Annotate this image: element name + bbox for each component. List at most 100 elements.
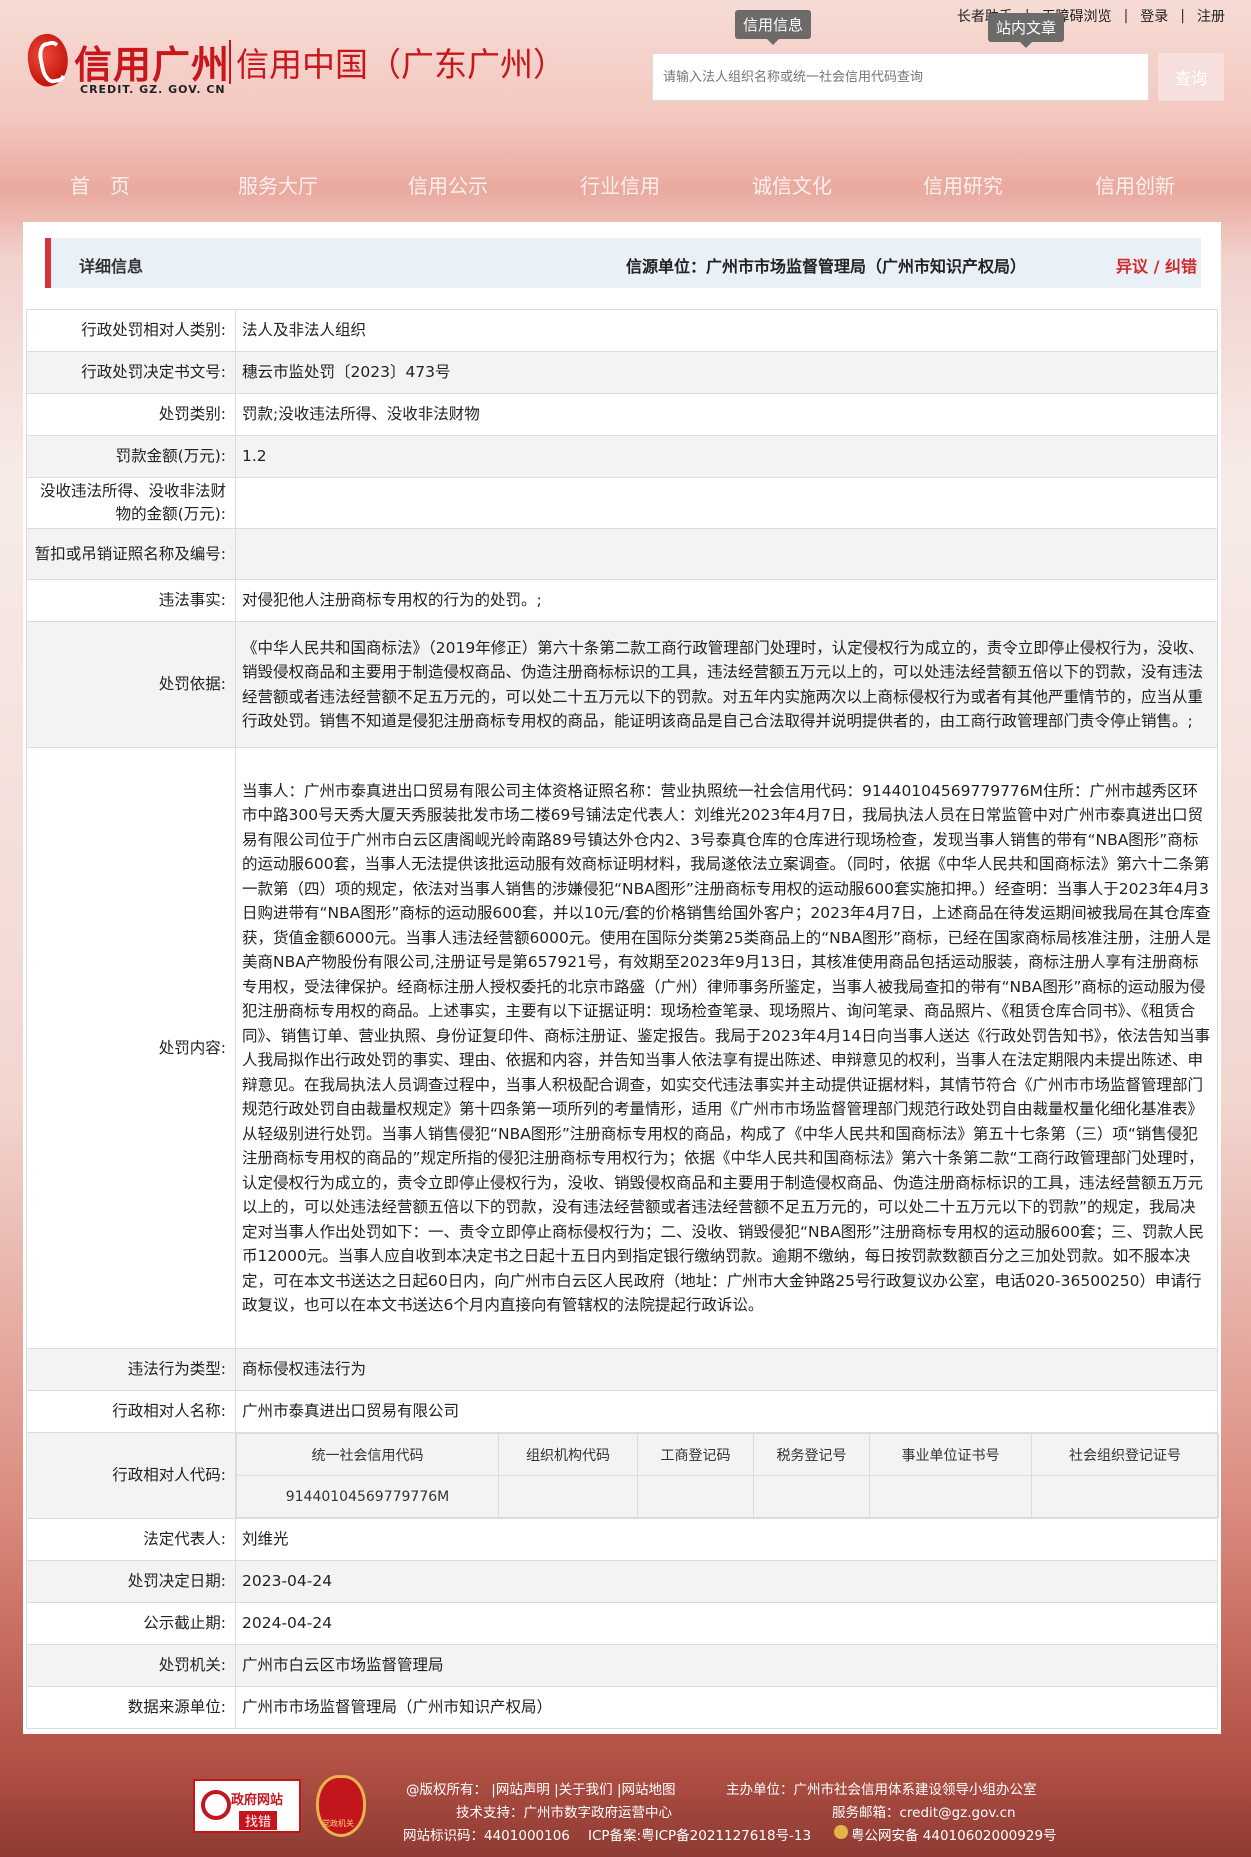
site-article-search-tab[interactable]: 站内文章 bbox=[988, 13, 1065, 48]
badge-action: 找错 bbox=[239, 1811, 278, 1830]
nav-integrity-culture[interactable]: 诚信文化 bbox=[752, 170, 832, 199]
code-value: 91440104569779776M bbox=[236, 1475, 499, 1518]
code-header-row: 统一社会信用代码 组织机构代码 工商登记码 税务登记号 事业单位证书号 社会组织… bbox=[236, 1433, 1219, 1476]
field-label: 违法行为类型: bbox=[26, 1348, 236, 1391]
link-separator: | bbox=[1180, 8, 1185, 24]
register-link[interactable]: 注册 bbox=[1197, 6, 1225, 26]
field-label: 处罚类别: bbox=[26, 393, 236, 436]
nav-industry-credit[interactable]: 行业信用 bbox=[580, 170, 660, 199]
credit-logo-icon bbox=[23, 30, 73, 90]
code-header: 事业单位证书号 bbox=[869, 1433, 1032, 1476]
field-label: 处罚机关: bbox=[26, 1644, 236, 1687]
detail-panel: 详细信息 信源单位：广州市市场监督管理局（广州市知识产权局） 异议 / 纠错 行… bbox=[23, 222, 1221, 1734]
code-header: 统一社会信用代码 bbox=[236, 1433, 499, 1476]
detail-title: 详细信息 bbox=[79, 257, 144, 276]
field-value bbox=[235, 477, 1218, 529]
field-value: 2024-04-24 bbox=[235, 1602, 1218, 1645]
field-label: 公示截止期: bbox=[26, 1602, 236, 1645]
code-value-row: 91440104569779776M bbox=[236, 1475, 1219, 1518]
table-row: 行政处罚相对人类别: 法人及非法人组织 bbox=[26, 309, 1218, 352]
link-separator: | bbox=[1123, 8, 1129, 24]
field-label: 处罚决定日期: bbox=[26, 1560, 236, 1603]
footer-sponsor: 主办单位：广州市社会信用体系建设领导小组办公室 bbox=[726, 1782, 1037, 1798]
code-value bbox=[869, 1475, 1032, 1518]
field-value: 广州市泰真进出口贸易有限公司 bbox=[235, 1390, 1218, 1433]
code-header: 税务登记号 bbox=[753, 1433, 870, 1476]
footer-police-record[interactable]: 粤公网安备 44010602000929号 bbox=[851, 1824, 1057, 1844]
login-link[interactable]: 登录 bbox=[1140, 6, 1168, 26]
field-value: 商标侵权违法行为 bbox=[235, 1348, 1218, 1391]
code-subtable: 统一社会信用代码 组织机构代码 工商登记码 税务登记号 事业单位证书号 社会组织… bbox=[236, 1433, 1219, 1518]
detail-header-bar: 详细信息 信源单位：广州市市场监督管理局（广州市知识产权局） 异议 / 纠错 bbox=[45, 238, 1201, 288]
logo-subtitle: 信用中国（广东广州） bbox=[236, 45, 566, 84]
nav-credit-research[interactable]: 信用研究 bbox=[923, 170, 1003, 199]
logo-divider bbox=[229, 40, 231, 84]
search-button[interactable]: 查询 bbox=[1158, 53, 1224, 101]
table-row: 处罚类别: 罚款;没收违法所得、没收非法财物 bbox=[26, 393, 1218, 436]
code-value bbox=[1031, 1475, 1219, 1518]
footer-email: 服务邮箱：credit@gz.gov.cn bbox=[832, 1805, 1016, 1821]
site-footer: 政府网站 找错 党政机关 @版权所有： |网站声明 |关于我们 |网站地图 主办… bbox=[0, 1758, 1251, 1857]
field-value bbox=[235, 528, 1218, 580]
table-row: 处罚内容: 当事人：广州市泰真进出口贸易有限公司主体资格证照名称：营业执照统一社… bbox=[26, 747, 1218, 1349]
table-row: 处罚依据: 《中华人民共和国商标法》（2019年修正）第六十条第二款工商行政管理… bbox=[26, 621, 1218, 748]
table-row: 处罚机关: 广州市白云区市场监督管理局 bbox=[26, 1644, 1218, 1687]
field-label: 数据来源单位: bbox=[26, 1686, 236, 1729]
table-row: 法定代表人: 刘维光 bbox=[26, 1518, 1218, 1561]
field-label: 违法事实: bbox=[26, 579, 236, 622]
footer-icp[interactable]: ICP备案:粤ICP备2021127618号-13 bbox=[588, 1824, 811, 1844]
table-row: 违法事实: 对侵犯他人注册商标专用权的行为的处罚。; bbox=[26, 579, 1218, 622]
table-row: 数据来源单位: 广州市市场监督管理局（广州市知识产权局） bbox=[26, 1686, 1218, 1729]
nav-service-hall[interactable]: 服务大厅 bbox=[238, 170, 318, 199]
table-row: 行政处罚决定书文号: 穗云市监处罚〔2023〕473号 bbox=[26, 351, 1218, 394]
field-label: 处罚依据: bbox=[26, 621, 236, 748]
penalty-detail-table: 行政处罚相对人类别: 法人及非法人组织 行政处罚决定书文号: 穗云市监处罚〔20… bbox=[26, 309, 1219, 1729]
table-row: 违法行为类型: 商标侵权违法行为 bbox=[26, 1348, 1218, 1391]
field-label: 行政处罚决定书文号: bbox=[26, 351, 236, 394]
field-value: 对侵犯他人注册商标专用权的行为的处罚。; bbox=[235, 579, 1218, 622]
table-row: 处罚决定日期: 2023-04-24 bbox=[26, 1560, 1218, 1603]
field-value: 广州市市场监督管理局（广州市知识产权局） bbox=[235, 1686, 1218, 1729]
table-row: 暂扣或吊销证照名称及编号: bbox=[26, 528, 1218, 580]
field-value: 刘维光 bbox=[235, 1518, 1218, 1561]
logo-english: CREDIT. GZ. GOV. CN bbox=[80, 83, 226, 96]
code-header: 工商登记码 bbox=[637, 1433, 754, 1476]
field-label: 行政相对人代码: bbox=[26, 1432, 236, 1519]
code-header: 组织机构代码 bbox=[498, 1433, 638, 1476]
field-value: 2023-04-24 bbox=[235, 1560, 1218, 1603]
table-row: 没收违法所得、没收非法财物的金额(万元): bbox=[26, 477, 1218, 529]
field-label: 暂扣或吊销证照名称及编号: bbox=[26, 528, 236, 580]
field-value: 广州市白云区市场监督管理局 bbox=[235, 1644, 1218, 1687]
table-row: 行政相对人名称: 广州市泰真进出口贸易有限公司 bbox=[26, 1390, 1218, 1433]
nav-credit-disclosure[interactable]: 信用公示 bbox=[408, 170, 488, 199]
badge-title: 政府网站 bbox=[231, 1793, 284, 1808]
field-label: 没收违法所得、没收非法财物的金额(万元): bbox=[26, 477, 236, 529]
field-label: 行政处罚相对人类别: bbox=[26, 309, 236, 352]
field-value: 罚款;没收违法所得、没收非法财物 bbox=[235, 393, 1218, 436]
field-value: 《中华人民共和国商标法》（2019年修正）第六十条第二款工商行政管理部门处理时，… bbox=[235, 621, 1218, 748]
site-header: 信用广州 CREDIT. GZ. GOV. CN 信用中国（广东广州） 长者助手… bbox=[0, 0, 1251, 230]
field-value: 当事人：广州市泰真进出口贸易有限公司主体资格证照名称：营业执照统一社会信用代码：… bbox=[235, 747, 1218, 1349]
search-input[interactable] bbox=[652, 53, 1149, 101]
gov-site-error-report-badge[interactable]: 政府网站 找错 bbox=[193, 1779, 301, 1833]
footer-links[interactable]: @版权所有： |网站声明 |关于我们 |网站地图 bbox=[406, 1778, 676, 1798]
emblem-label: 党政机关 bbox=[322, 1819, 354, 1828]
code-subtable-cell: 统一社会信用代码 组织机构代码 工商登记码 税务登记号 事业单位证书号 社会组织… bbox=[235, 1432, 1219, 1519]
main-nav: 首 页 服务大厅 信用公示 行业信用 诚信文化 信用研究 信用创新 bbox=[0, 170, 1251, 200]
table-row: 罚款金额(万元): 1.2 bbox=[26, 435, 1218, 478]
field-label: 罚款金额(万元): bbox=[26, 435, 236, 478]
credit-info-search-tab[interactable]: 信用信息 bbox=[735, 10, 812, 45]
field-label: 行政相对人名称: bbox=[26, 1390, 236, 1433]
field-value: 法人及非法人组织 bbox=[235, 309, 1218, 352]
code-header: 社会组织登记证号 bbox=[1031, 1433, 1219, 1476]
nav-credit-innovation[interactable]: 信用创新 bbox=[1095, 170, 1175, 199]
nav-home[interactable]: 首 页 bbox=[70, 170, 130, 199]
field-label: 法定代表人: bbox=[26, 1518, 236, 1561]
source-unit: 信源单位：广州市市场监督管理局（广州市知识产权局） bbox=[626, 257, 1027, 276]
party-gov-emblem-icon[interactable]: 党政机关 bbox=[316, 1775, 366, 1837]
logo-text[interactable]: 信用广州 bbox=[74, 34, 230, 89]
objection-link[interactable]: 异议 / 纠错 bbox=[1116, 253, 1197, 277]
code-value bbox=[637, 1475, 754, 1518]
code-value bbox=[498, 1475, 638, 1518]
footer-tech-support: 技术支持：广州市数字政府运营中心 bbox=[456, 1805, 672, 1821]
